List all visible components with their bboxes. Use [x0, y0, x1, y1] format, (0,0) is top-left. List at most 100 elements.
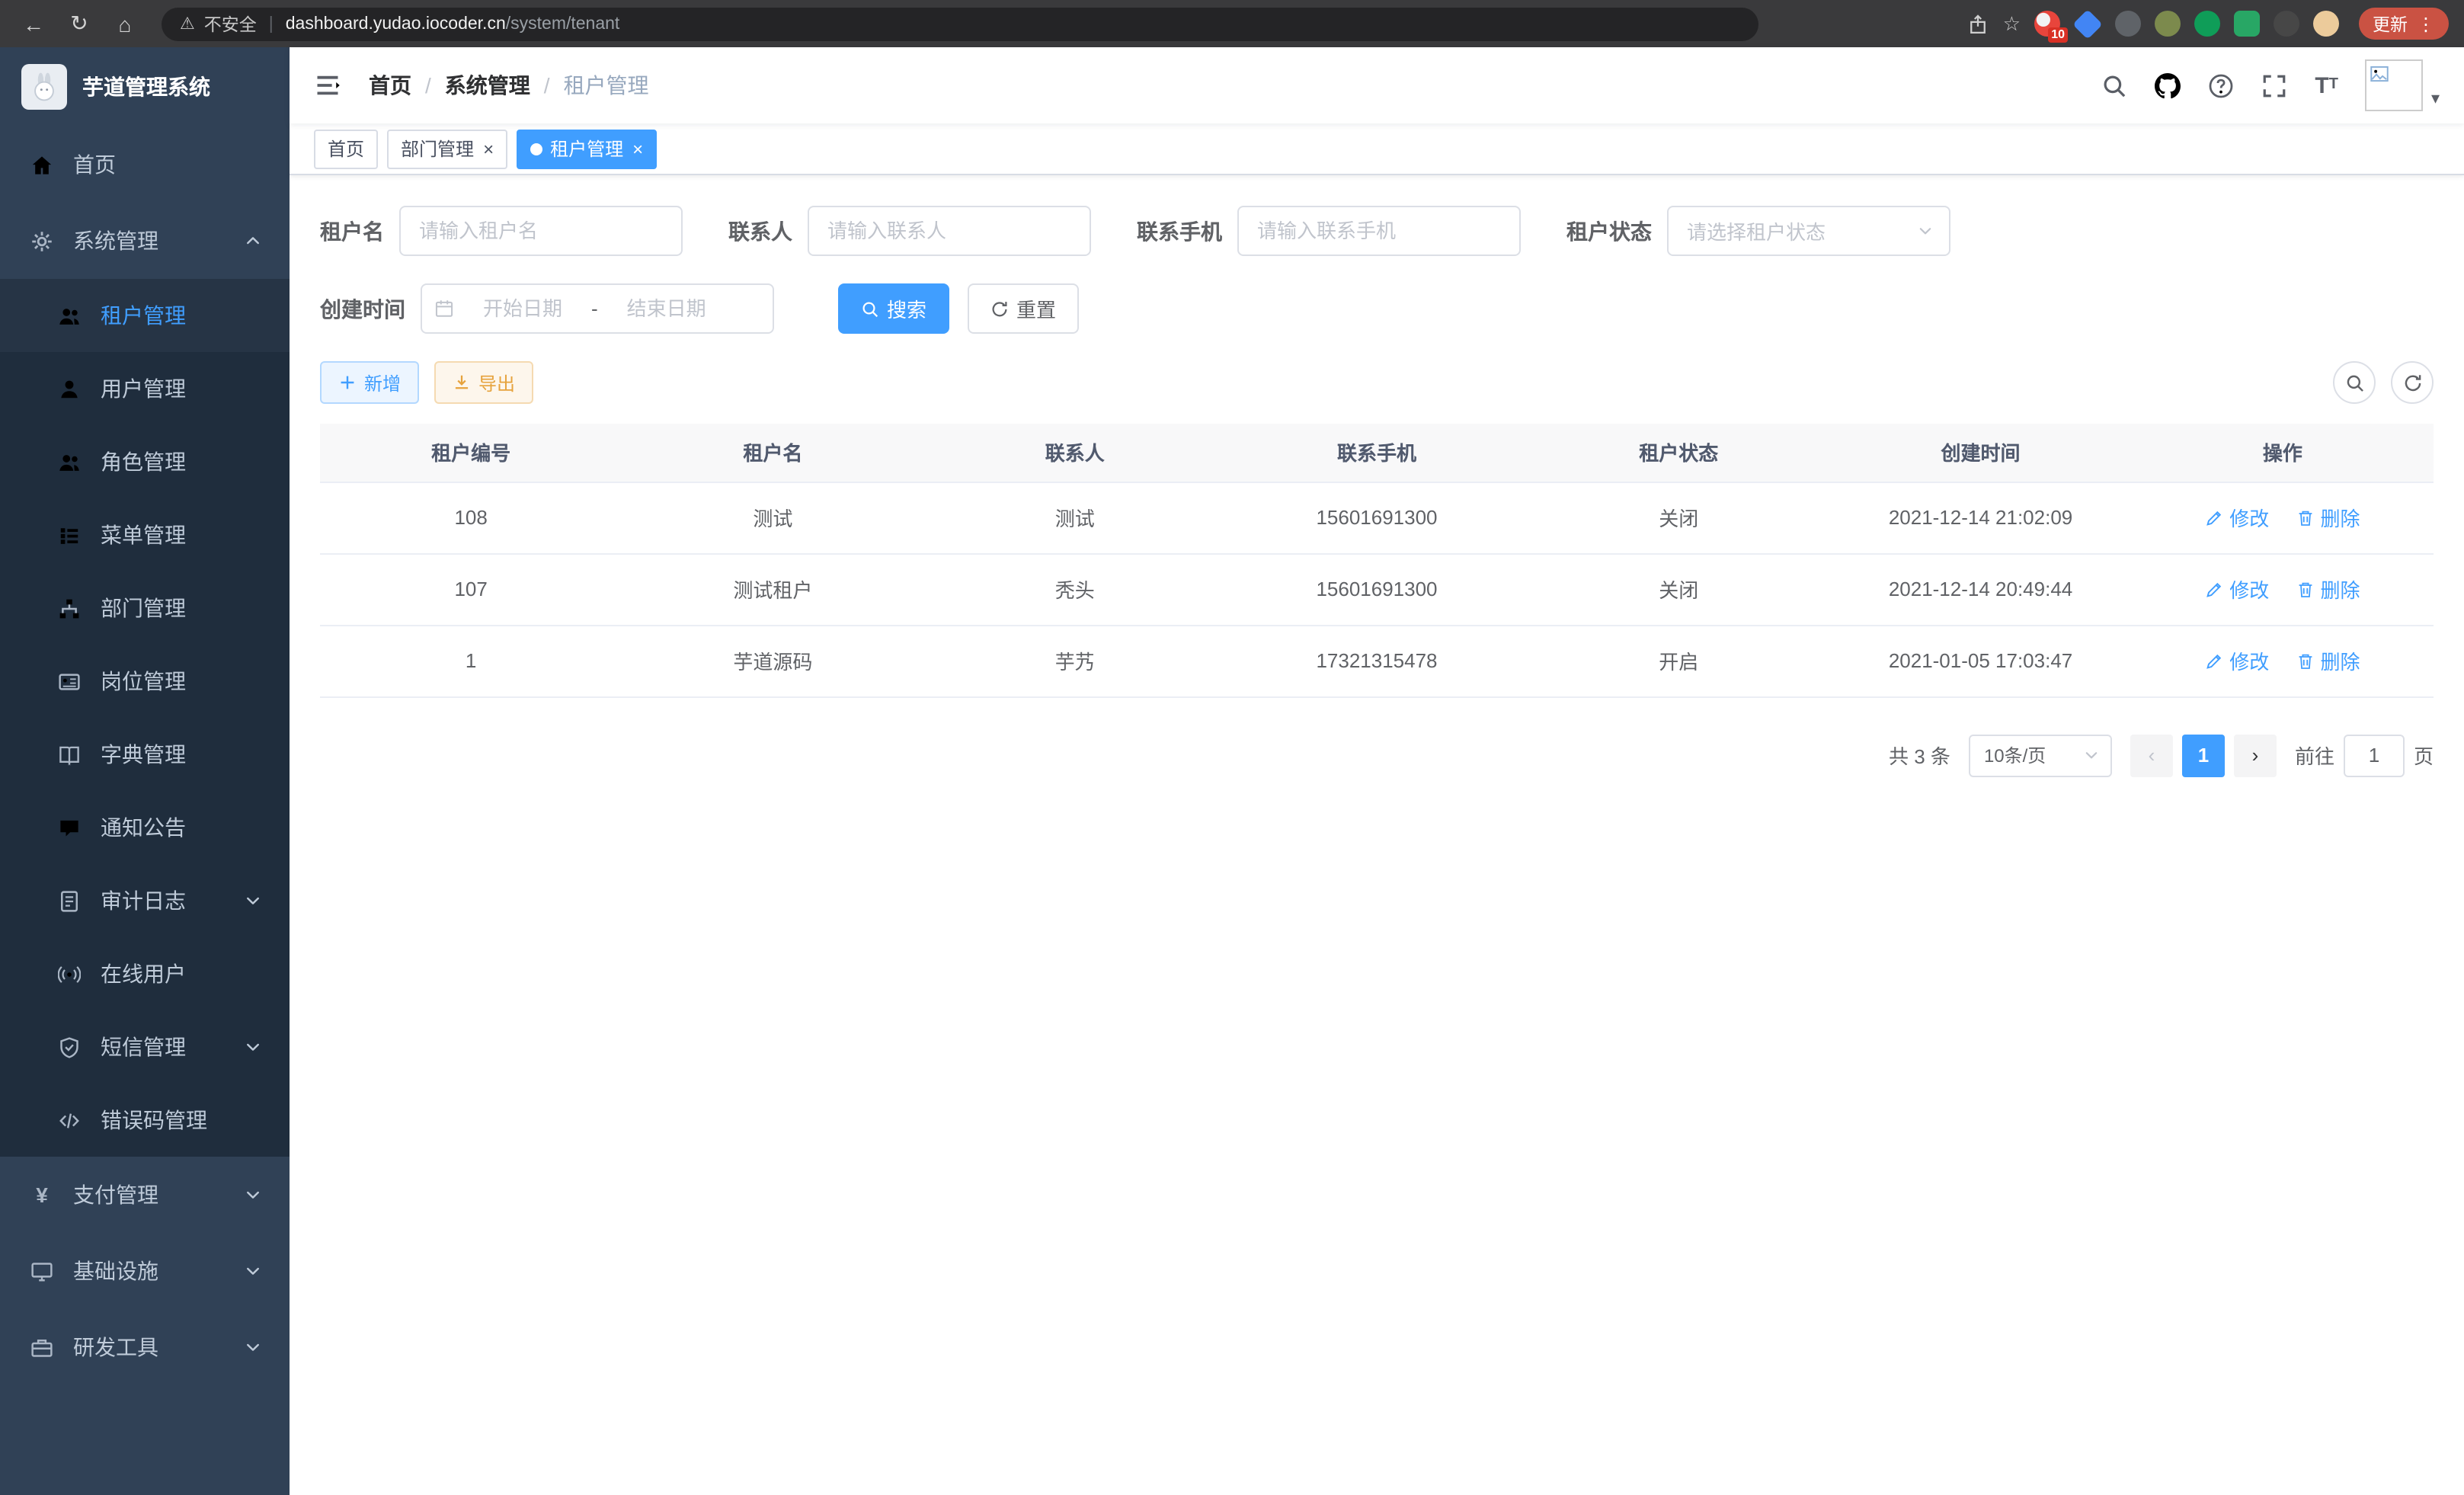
goto-page-input[interactable] [2344, 734, 2405, 776]
start-date-input[interactable] [460, 297, 585, 320]
sidebar-item-sms[interactable]: 短信管理 [0, 1010, 290, 1084]
contact-input[interactable] [808, 206, 1091, 256]
browser-back-icon[interactable]: ← [15, 5, 52, 42]
header-tenant-name: 租户名 [622, 424, 923, 482]
org-tree-icon [58, 597, 81, 619]
contact-cell: 测试 [924, 482, 1226, 553]
sidebar-item-audit-log[interactable]: 审计日志 [0, 864, 290, 937]
sidebar-logo[interactable]: 芋道管理系统 [0, 47, 290, 126]
breadcrumb-home[interactable]: 首页 [369, 70, 411, 101]
extension-icon-8[interactable] [2313, 11, 2339, 37]
next-page-button[interactable]: › [2234, 734, 2277, 776]
header-tenant-id: 租户编号 [320, 424, 622, 482]
user-avatar[interactable] [2366, 59, 2424, 111]
search-icon[interactable] [2101, 72, 2127, 98]
delete-button[interactable]: 删除 [2296, 646, 2360, 675]
status-select[interactable]: 请选择租户状态 [1667, 206, 1950, 256]
header-actions: 操作 [2132, 424, 2434, 482]
extension-icon-4[interactable] [2155, 11, 2181, 37]
sidebar-item-notice[interactable]: 通知公告 [0, 791, 290, 864]
tab-home[interactable]: 首页 [314, 129, 378, 168]
sidebar-item-label: 在线用户 [101, 959, 186, 989]
sidebar-item-user[interactable]: 用户管理 [0, 352, 290, 425]
font-size-icon[interactable]: TT [2315, 74, 2338, 97]
extension-icon-3[interactable] [2115, 11, 2141, 37]
edit-button[interactable]: 修改 [2205, 575, 2269, 603]
caret-down-icon: ▾ [2431, 88, 2440, 111]
sidebar-item-post[interactable]: 岗位管理 [0, 645, 290, 718]
breadcrumb-system[interactable]: 系统管理 [445, 70, 530, 101]
sidebar-item-dept[interactable]: 部门管理 [0, 571, 290, 645]
close-icon[interactable]: × [483, 139, 494, 158]
chevron-down-icon [2083, 747, 2100, 764]
extension-icon-6[interactable] [2234, 11, 2260, 37]
page-number-1[interactable]: 1 [2182, 734, 2225, 776]
yen-icon: ¥ [30, 1183, 53, 1206]
sidebar-toggle-icon[interactable] [314, 70, 344, 101]
table-row: 1 芋道源码 芋艿 17321315478 开启 2021-01-05 17:0… [320, 625, 2434, 696]
page-content: 租户名 联系人 联系手机 租户状态 请选择租户状态 [290, 175, 2464, 1495]
sidebar-item-menu[interactable]: 菜单管理 [0, 498, 290, 571]
delete-button[interactable]: 删除 [2296, 503, 2360, 532]
sidebar-item-payment[interactable]: ¥ 支付管理 [0, 1157, 290, 1233]
sidebar-item-error-code[interactable]: 错误码管理 [0, 1084, 290, 1157]
toggle-search-button[interactable] [2333, 361, 2376, 404]
help-question-icon[interactable] [2208, 72, 2234, 98]
sidebar-item-online-users[interactable]: 在线用户 [0, 937, 290, 1010]
sidebar-item-dict[interactable]: 字典管理 [0, 718, 290, 791]
share-icon[interactable] [1968, 13, 1989, 34]
browser-home-icon[interactable]: ⌂ [107, 5, 143, 42]
extension-icon-1[interactable]: 10 [2034, 11, 2060, 37]
extension-icon-2[interactable] [2072, 8, 2103, 39]
add-button[interactable]: 新增 [320, 361, 419, 404]
created-cell: 2021-12-14 20:49:44 [1829, 553, 2131, 625]
browser-chrome: ← ↻ ⌂ ⚠ 不安全 | dashboard.yudao.iocoder.cn… [0, 0, 2464, 47]
tab-dept[interactable]: 部门管理 × [387, 129, 507, 168]
end-date-input[interactable] [604, 297, 729, 320]
chevron-down-icon [244, 1262, 262, 1280]
browser-address-bar[interactable]: ⚠ 不安全 | dashboard.yudao.iocoder.cn/syste… [162, 7, 1758, 40]
browser-update-button[interactable]: 更新 ⋮ [2359, 8, 2449, 40]
browser-menu-icon[interactable]: ⋮ [2417, 13, 2435, 34]
logo-avatar [21, 64, 67, 110]
create-time-label: 创建时间 [320, 293, 405, 324]
gear-icon [30, 229, 53, 252]
phone-input[interactable] [1237, 206, 1521, 256]
tab-tenant[interactable]: 租户管理 × [517, 129, 657, 168]
export-button-label: 导出 [478, 370, 515, 395]
sidebar-item-tenant[interactable]: 租户管理 [0, 279, 290, 352]
search-button[interactable]: 搜索 [838, 283, 949, 334]
page-size-select[interactable]: 10条/页 [1969, 734, 2112, 776]
close-icon[interactable]: × [632, 139, 643, 158]
tenant-name-input[interactable] [399, 206, 683, 256]
delete-button[interactable]: 删除 [2296, 575, 2360, 603]
date-range-picker[interactable]: - [421, 283, 774, 334]
export-button[interactable]: 导出 [434, 361, 533, 404]
sidebar-item-infrastructure[interactable]: 基础设施 [0, 1233, 290, 1309]
tenant-name-cell: 测试 [622, 482, 923, 553]
bookmark-star-icon[interactable]: ☆ [2003, 11, 2021, 36]
sidebar-item-home[interactable]: 首页 [0, 126, 290, 203]
github-icon[interactable] [2155, 72, 2181, 98]
contact-cell: 秃头 [924, 553, 1226, 625]
tab-label: 租户管理 [550, 136, 623, 162]
active-dot-icon [530, 142, 542, 155]
filter-row-1: 租户名 联系人 联系手机 租户状态 请选择租户状态 [320, 206, 2434, 256]
fullscreen-icon[interactable] [2261, 72, 2287, 98]
user-menu[interactable]: ▾ [2366, 59, 2440, 111]
edit-button[interactable]: 修改 [2205, 503, 2269, 532]
refresh-table-button[interactable] [2391, 361, 2434, 404]
browser-refresh-icon[interactable]: ↻ [61, 5, 98, 42]
tenant-users-icon [58, 304, 81, 327]
reset-button[interactable]: 重置 [968, 283, 1079, 334]
breadcrumb-separator: / [425, 73, 431, 98]
extension-icon-5[interactable] [2194, 11, 2220, 37]
edit-button[interactable]: 修改 [2205, 646, 2269, 675]
ssl-warning-icon: ⚠ [180, 14, 195, 34]
chevron-down-icon [244, 1186, 262, 1204]
extension-icon-7[interactable] [2274, 11, 2299, 37]
sidebar-item-role[interactable]: 角色管理 [0, 425, 290, 498]
sidebar-item-system[interactable]: 系统管理 [0, 203, 290, 279]
prev-page-button[interactable]: ‹ [2130, 734, 2173, 776]
sidebar-item-devtools[interactable]: 研发工具 [0, 1309, 290, 1385]
